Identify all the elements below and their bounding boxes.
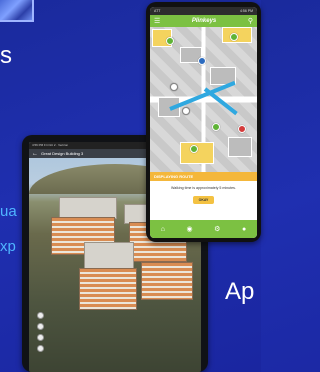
zoom-in-button[interactable] <box>37 312 44 319</box>
route-banner: DISPLAYING ROUTE <box>150 172 257 181</box>
map-block <box>180 142 214 164</box>
status-time: 4:56 PM <box>239 9 253 13</box>
app-logo: Plinkeys <box>191 18 217 24</box>
search-icon[interactable]: ⚲ <box>248 18 253 25</box>
walking-time-message: Walking time is approximately 5 minutes. <box>171 186 236 190</box>
building[interactable] <box>141 262 193 300</box>
background-text-fragment-ap: Ap <box>225 278 255 305</box>
status-carrier: ATT <box>154 9 161 13</box>
location-pin[interactable] <box>198 57 206 65</box>
location-pin[interactable] <box>170 83 178 91</box>
location-pin[interactable] <box>182 107 190 115</box>
location-pin[interactable] <box>230 33 238 41</box>
background-text-fragment-ua: ua <box>0 203 17 220</box>
map-control-buttons <box>37 312 44 352</box>
location-pin[interactable] <box>212 123 220 131</box>
route-info-panel: Walking time is approximately 5 minutes.… <box>150 181 257 217</box>
tablet-page-title: Great Design Building 3 <box>41 151 84 156</box>
location-pin[interactable] <box>190 145 198 153</box>
building[interactable] <box>59 197 117 219</box>
destination-pin[interactable] <box>238 125 246 133</box>
walking-route <box>203 87 238 116</box>
phone-app-bar: ☰ Plinkeys ⚲ <box>150 15 257 27</box>
home-icon[interactable]: ⌂ <box>161 226 165 233</box>
okay-button[interactable]: OKAY <box>192 196 215 204</box>
compass-button[interactable] <box>37 334 44 341</box>
phone-device: ATT 4:56 PM ☰ Plinkeys ⚲ DISPLAYING ROUT… <box>146 2 261 242</box>
building[interactable] <box>84 242 134 270</box>
profile-icon[interactable]: ● <box>242 226 246 233</box>
layers-button[interactable] <box>37 345 44 352</box>
bottom-nav: ⌂ ◉ ⚙ ● <box>150 220 257 238</box>
phone-screen: ATT 4:56 PM ☰ Plinkeys ⚲ DISPLAYING ROUT… <box>150 7 257 238</box>
back-arrow-icon[interactable]: ← <box>32 151 38 157</box>
background-heading-fragment: s <box>0 42 12 69</box>
campus-map[interactable] <box>150 27 257 172</box>
building-highlighted[interactable] <box>79 268 137 310</box>
zoom-out-button[interactable] <box>37 323 44 330</box>
map-block <box>228 137 252 157</box>
menu-icon[interactable]: ☰ <box>154 18 160 25</box>
globe-icon[interactable]: ◉ <box>187 226 193 233</box>
phone-status-bar: ATT 4:56 PM <box>150 7 257 15</box>
background-text-fragment-xp: xp <box>0 238 16 255</box>
thumbnail-fragment <box>0 0 34 22</box>
settings-icon[interactable]: ⚙ <box>214 226 220 233</box>
location-pin[interactable] <box>166 37 174 45</box>
